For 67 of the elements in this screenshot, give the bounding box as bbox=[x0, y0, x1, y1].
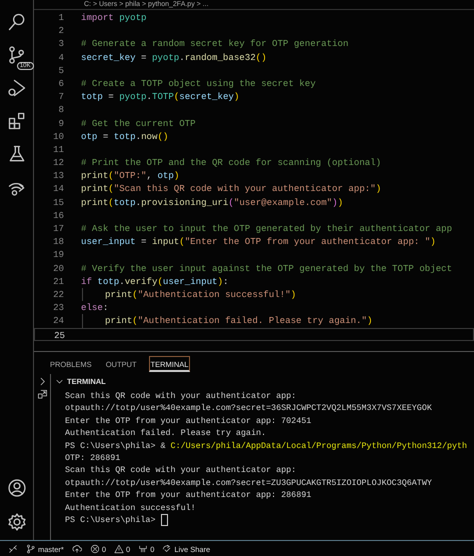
terminal-line: PS C:\Users\phila> & C:/Users/phila/AppData/Local/Programs/Python/Python312/pyth bbox=[65, 440, 468, 452]
code-text: # Get the current OTP bbox=[81, 116, 196, 130]
line-number: 15 bbox=[52, 196, 65, 209]
terminal-line: Scan this QR code with your authenticator app: bbox=[65, 464, 296, 477]
code-text: secret_key = pyotp.random_base32() bbox=[81, 50, 267, 64]
line-number: 22 bbox=[52, 288, 65, 302]
error-icon[interactable] bbox=[90, 544, 100, 554]
flask-icon[interactable] bbox=[6, 144, 26, 164]
line-number: 6 bbox=[58, 76, 65, 90]
line-number: 4 bbox=[58, 50, 65, 64]
line-number: 3 bbox=[58, 37, 65, 51]
line-number: 12 bbox=[52, 156, 65, 170]
cloud-icon[interactable] bbox=[72, 544, 82, 554]
terminal-line: otpauth://totp/user%40example.com?secret=36SRJCWPCT2VQ2LM55M3X7VS7XEEYGOK bbox=[65, 402, 432, 415]
account-icon[interactable] bbox=[6, 478, 26, 498]
code-text: print("OTP:", otp) bbox=[81, 169, 180, 182]
settings-icon[interactable] bbox=[6, 512, 26, 532]
code-text: print("Authentication failed. Please try again.") bbox=[105, 314, 372, 328]
terminal-line: Scan this QR code with your authenticator app: bbox=[65, 390, 296, 402]
line-number: 24 bbox=[52, 314, 65, 328]
line-number: 18 bbox=[52, 235, 65, 248]
terminal-line: Enter the OTP from your authenticator app: 702451 bbox=[65, 414, 312, 428]
line-number: 13 bbox=[52, 169, 65, 182]
share-icon[interactable] bbox=[162, 544, 172, 554]
code-text: # Generate a random secret key for OTP generation bbox=[81, 37, 348, 51]
code-text: else: bbox=[81, 301, 108, 314]
code-text: import pyotp bbox=[81, 11, 146, 24]
line-number: 25 bbox=[53, 328, 66, 340]
line-number: 21 bbox=[52, 274, 65, 288]
line-number: 20 bbox=[52, 262, 65, 275]
terminal-line: Enter the OTP from your authenticator app: 286891 bbox=[65, 489, 312, 502]
line-number: 10 bbox=[52, 130, 65, 143]
line-number: 8 bbox=[58, 103, 65, 116]
remote-icon[interactable] bbox=[8, 544, 18, 554]
line-number: 14 bbox=[52, 182, 65, 196]
line-number: 16 bbox=[52, 208, 65, 222]
code-text: print("Scan this QR code with your authenticator app:") bbox=[81, 182, 382, 196]
line-number: 23 bbox=[52, 301, 65, 314]
code-text: if totp.verify(user_input): bbox=[81, 274, 228, 288]
terminal-line: otpauth://totp/user%40example.com?secret=ZU3GPUCAKGTR5IZOIOPLOJKOC3Q6ATWY bbox=[65, 476, 432, 490]
line-number: 1 bbox=[58, 11, 65, 24]
code-text: otp = totp.now() bbox=[81, 130, 168, 143]
window-arrow-icon[interactable] bbox=[36, 389, 48, 400]
chevron-icon[interactable] bbox=[55, 377, 64, 386]
code-text: # Ask the user to input the OTP generated by their authenticator app bbox=[81, 222, 452, 236]
line-number: 7 bbox=[58, 90, 65, 104]
code-text: totp = pyotp.TOTP(secret_key) bbox=[81, 90, 240, 104]
line-number: 11 bbox=[52, 142, 65, 156]
code-text: # Print the OTP and the QR code for scanning (optional) bbox=[81, 156, 382, 170]
code-text: print("Authentication successful!") bbox=[105, 288, 296, 302]
code-text: # Create a TOTP object using the secret key bbox=[81, 76, 316, 90]
code-text: print(totp.provisioning_uri("user@example.com")) bbox=[81, 196, 344, 209]
line-number: 9 bbox=[58, 116, 65, 130]
terminal-line: Authentication successful! bbox=[65, 502, 196, 514]
blocks-icon[interactable] bbox=[6, 111, 26, 131]
warning-icon[interactable] bbox=[114, 544, 124, 554]
code-text: # Verify the user input against the OTP generated by the TOTP object bbox=[81, 262, 452, 275]
terminal-line: OTP: 286891 bbox=[65, 452, 120, 464]
line-number: 19 bbox=[52, 248, 65, 262]
line-number: 5 bbox=[58, 64, 65, 77]
line-number: 17 bbox=[52, 222, 65, 236]
terminal-line: Authentication failed. Please try again. bbox=[65, 427, 266, 440]
branch-icon[interactable] bbox=[26, 544, 36, 554]
terminal-line: PS C:\Users\phila> bbox=[65, 514, 156, 526]
search-icon[interactable] bbox=[6, 12, 26, 32]
code-text: user_input = input("Enter the OTP from your authenticator app: ") bbox=[81, 235, 436, 248]
line-number: 2 bbox=[58, 24, 65, 38]
